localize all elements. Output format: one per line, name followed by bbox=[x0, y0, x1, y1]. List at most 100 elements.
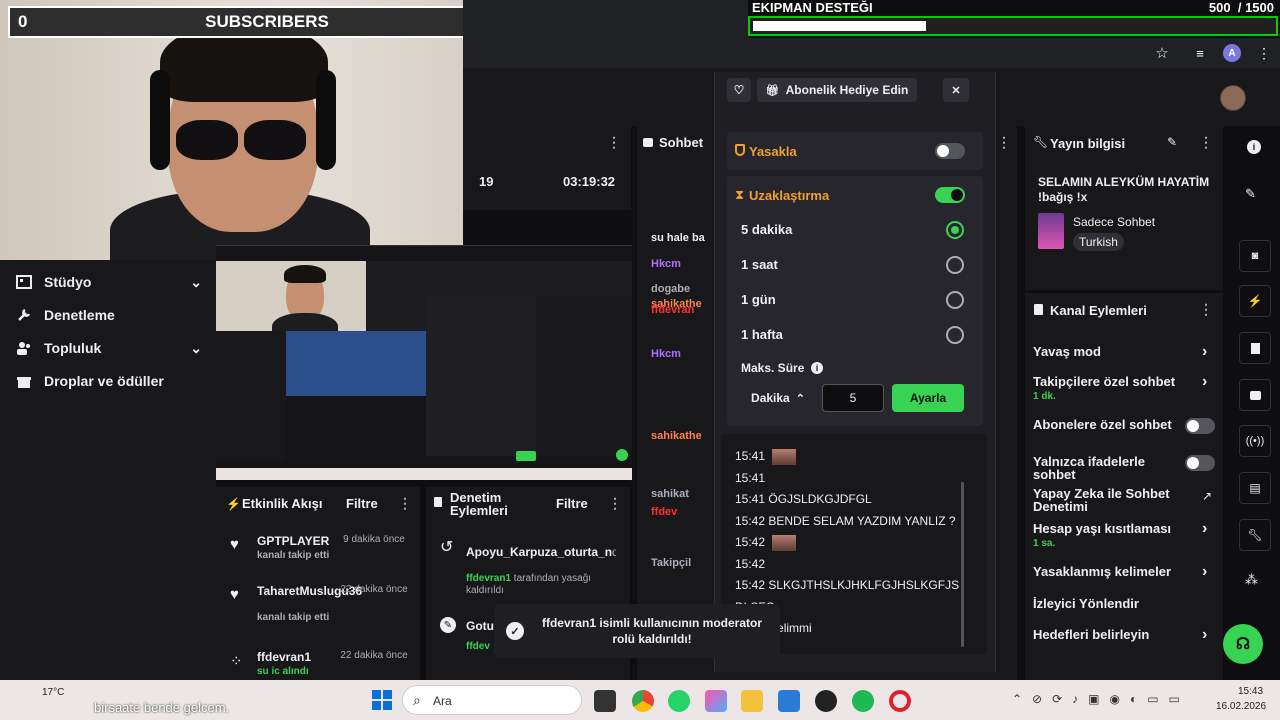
shapes-icon[interactable]: ⁂ bbox=[1245, 572, 1258, 588]
copilot-icon[interactable] bbox=[705, 690, 727, 712]
channel-action-label[interactable]: İzleyici Yönlendir bbox=[1033, 597, 1203, 610]
tray-icons[interactable]: ⌃⊘⟳♪▣◉◐▭▭ bbox=[1012, 692, 1190, 706]
sidebar-item-studio[interactable]: Stüdyo ⌄ bbox=[16, 274, 202, 290]
chat-log-line[interactable]: 15:41 bbox=[735, 471, 765, 485]
feed-event[interactable]: ⁘ ffdevran1 22 dakika önce su ic alındı bbox=[230, 644, 420, 692]
rail-button[interactable] bbox=[1239, 332, 1271, 364]
opera-icon[interactable] bbox=[889, 690, 911, 712]
heart-button[interactable]: ♡ bbox=[727, 78, 751, 102]
more-options-icon[interactable]: ⋮ bbox=[608, 495, 622, 512]
chevron-right-icon[interactable]: › bbox=[1202, 520, 1207, 538]
info-icon[interactable]: i bbox=[811, 362, 823, 374]
chat-log-line[interactable]: 15:41 bbox=[735, 449, 797, 465]
chat-message[interactable]: ffdev bbox=[651, 506, 711, 524]
chrome-icon[interactable] bbox=[632, 690, 654, 712]
rail-button[interactable] bbox=[1239, 379, 1271, 411]
media-control-icon[interactable]: ≡ bbox=[1191, 44, 1209, 62]
category-tag[interactable]: Turkish bbox=[1073, 233, 1124, 251]
chat-message[interactable]: Takipçil bbox=[651, 557, 711, 575]
channel-action-label[interactable]: Yasaklanmış kelimeler bbox=[1033, 565, 1183, 578]
timeout-option-radio[interactable] bbox=[946, 256, 964, 274]
taskview-icon[interactable] bbox=[594, 690, 616, 712]
timeout-option-radio[interactable] bbox=[946, 291, 964, 309]
chevron-right-icon[interactable]: › bbox=[1202, 563, 1207, 581]
clock-time[interactable]: 15:43 bbox=[1238, 686, 1263, 697]
chat-log-line[interactable]: 15:42 bbox=[735, 535, 797, 551]
duration-input[interactable]: 5 bbox=[822, 384, 884, 412]
sidebar-item-community[interactable]: Topluluk ⌄ bbox=[16, 340, 202, 356]
more-options-icon[interactable]: ⋮ bbox=[398, 495, 412, 512]
start-button[interactable] bbox=[372, 690, 392, 710]
info-icon[interactable]: i bbox=[1247, 140, 1261, 154]
channel-action-label[interactable]: Takipçilere özel sohbet bbox=[1033, 375, 1183, 388]
timeout-option-radio[interactable] bbox=[946, 326, 964, 344]
channel-action-label[interactable]: Yalnızca ifadelerle sohbet bbox=[1033, 455, 1183, 481]
stream-preview[interactable] bbox=[216, 245, 632, 480]
more-options-icon[interactable]: ⋮ bbox=[1199, 301, 1213, 318]
chat-message[interactable]: ffdevran bbox=[651, 304, 711, 322]
timeout-option-label[interactable]: 1 saat bbox=[741, 257, 778, 272]
rail-button[interactable]: 🔧︎ bbox=[1239, 519, 1271, 551]
chat-log-line[interactable]: 15:42 BENDE SELAM YAZDIM YANLIZ ? bbox=[735, 514, 956, 528]
feed-event[interactable]: ♥ TaharetMuslugu36 22 dakika önce kanalı ta… bbox=[230, 578, 420, 626]
timeout-toggle[interactable] bbox=[935, 187, 965, 203]
activity-filter-button[interactable]: Filtre bbox=[346, 496, 378, 511]
chat-message[interactable]: sahikat bbox=[651, 488, 711, 506]
channel-action-label[interactable]: Abonelere özel sohbet bbox=[1033, 418, 1183, 431]
bookmark-star-icon[interactable]: ☆ bbox=[1153, 44, 1171, 62]
rail-button[interactable]: ⚡ bbox=[1239, 285, 1271, 317]
chevron-right-icon[interactable]: › bbox=[1202, 626, 1207, 644]
timeout-option-label[interactable]: 1 hafta bbox=[741, 327, 783, 342]
profile-avatar[interactable]: A bbox=[1223, 44, 1241, 62]
timeout-option-label[interactable]: 5 dakika bbox=[741, 222, 792, 237]
clock-date[interactable]: 16.02.2026 bbox=[1216, 701, 1266, 712]
channel-action-label[interactable]: Hesap yaşı kısıtlaması bbox=[1033, 522, 1183, 535]
gift-sub-button[interactable]: 🎁︎ Abonelik Hediye Edin bbox=[757, 78, 917, 102]
spotify-icon[interactable] bbox=[852, 690, 874, 712]
chevron-right-icon[interactable]: › bbox=[1202, 373, 1207, 391]
more-options-icon[interactable]: ⋮ bbox=[1199, 134, 1213, 151]
moderation-filter-button[interactable]: Filtre bbox=[556, 496, 588, 511]
moderation-item-title[interactable]: Gotu bbox=[466, 619, 494, 633]
chevron-right-icon[interactable]: › bbox=[1202, 343, 1207, 361]
more-options-icon[interactable]: ⋮ bbox=[997, 134, 1011, 151]
external-link-icon[interactable]: ↗ bbox=[1202, 489, 1212, 503]
apply-button[interactable]: Ayarla bbox=[892, 384, 964, 412]
folder-icon[interactable] bbox=[741, 690, 763, 712]
timeout-option-radio[interactable] bbox=[946, 221, 964, 239]
chat-message[interactable]: Hkcm bbox=[651, 348, 711, 366]
channel-action-toggle[interactable] bbox=[1185, 418, 1215, 434]
chat-message[interactable]: su hale ba bbox=[651, 232, 711, 250]
taskbar-search[interactable]: ⌕ Ara bbox=[402, 685, 582, 715]
user-avatar[interactable] bbox=[1220, 85, 1246, 111]
moderation-item-title[interactable]: Apoyu_Karpuza_oturta_nda bbox=[466, 545, 616, 559]
store-icon[interactable] bbox=[778, 690, 800, 712]
rail-button[interactable]: ◙ bbox=[1239, 240, 1271, 272]
sidebar-item-moderation[interactable]: Denetleme bbox=[16, 307, 115, 323]
chat-log-line[interactable]: 15:41 ÖGJSLDKGJDFGL bbox=[735, 492, 872, 506]
timeout-option-label[interactable]: 1 gün bbox=[741, 292, 776, 307]
edit-icon[interactable]: ✎ bbox=[1167, 135, 1177, 149]
channel-action-toggle[interactable] bbox=[1185, 455, 1215, 471]
pencil-icon[interactable]: ✎ bbox=[1245, 186, 1256, 202]
chat-log-line[interactable]: 15:42 SLKGJTHSLKJHKLFGJHSLKGFJS bbox=[735, 578, 959, 592]
channel-action-label[interactable]: Yavaş mod bbox=[1033, 345, 1183, 358]
sidebar-item-drops[interactable]: Droplar ve ödüller bbox=[16, 373, 164, 389]
headset-button[interactable]: ☊ bbox=[1223, 624, 1263, 664]
whatsapp-icon[interactable] bbox=[668, 690, 690, 712]
feed-event[interactable]: ♥ GPTPLAYER 9 dakika önce kanalı takip etti bbox=[230, 528, 420, 576]
browser-menu-icon[interactable]: ⋮ bbox=[1255, 44, 1273, 62]
ban-toggle[interactable] bbox=[935, 143, 965, 159]
rail-button[interactable]: ((•)) bbox=[1239, 425, 1271, 457]
more-options-icon[interactable]: ⋮ bbox=[607, 134, 621, 151]
rail-button[interactable]: ▤ bbox=[1239, 472, 1271, 504]
channel-action-label[interactable]: Yapay Zeka ile Sohbet Denetimi bbox=[1033, 487, 1183, 513]
chat-message[interactable]: Hkcm bbox=[651, 258, 711, 276]
chat-log-scrollbar[interactable] bbox=[961, 482, 964, 647]
mic-button[interactable]: ✕ bbox=[943, 78, 969, 102]
obs-icon[interactable] bbox=[815, 690, 837, 712]
unit-select[interactable]: Dakika ⌃ bbox=[741, 384, 815, 412]
chat-log-line[interactable]: 15:42 bbox=[735, 557, 765, 571]
chat-message[interactable]: sahikathe bbox=[651, 430, 711, 448]
channel-action-label[interactable]: Hedefleri belirleyin bbox=[1033, 628, 1183, 641]
